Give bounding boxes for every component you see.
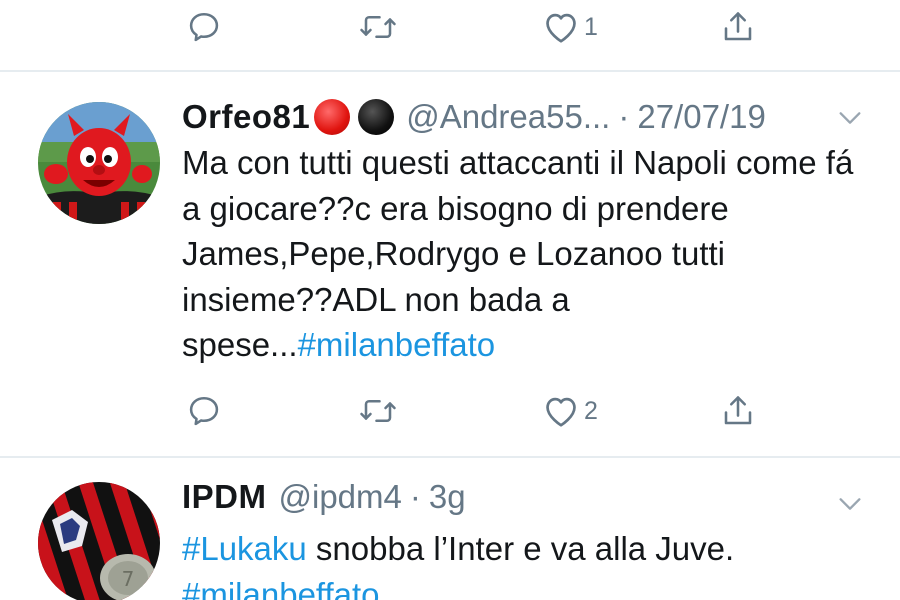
- svg-text:7: 7: [122, 567, 135, 591]
- reply-icon: [189, 12, 219, 42]
- tweet-actions: 2: [0, 386, 900, 436]
- share-icon: [724, 396, 752, 425]
- reply-button[interactable]: [186, 386, 222, 436]
- prev-tweet-actions: 1: [0, 2, 900, 52]
- separator-dot: ·: [409, 478, 421, 515]
- hashtag-link[interactable]: #milanbeffato: [298, 326, 496, 363]
- like-count: 1: [584, 12, 598, 41]
- chevron-down-icon[interactable]: [836, 104, 864, 132]
- user-handle[interactable]: @ipdm4: [279, 477, 402, 517]
- share-button[interactable]: [720, 2, 756, 52]
- milan-jersey-badge-avatar-image: 7: [38, 482, 160, 600]
- share-icon: [724, 12, 752, 41]
- black-circle-emoji-icon: [358, 99, 395, 135]
- avatar[interactable]: [38, 102, 160, 224]
- timeline-feed: 1 Orfeo81 @Andrea55... · 27/07/19 Ma con…: [0, 0, 900, 600]
- hashtag-link[interactable]: #Lukaku: [182, 530, 307, 567]
- hashtag-link[interactable]: #milanbeffato: [182, 576, 380, 600]
- red-circle-emoji-icon: [314, 99, 351, 135]
- display-name[interactable]: IPDM: [182, 477, 267, 517]
- heart-icon: [546, 13, 576, 43]
- like-count: 2: [584, 396, 598, 425]
- avatar[interactable]: 7: [38, 482, 160, 600]
- tweet-header: Orfeo81 @Andrea55... · 27/07/19: [182, 97, 766, 137]
- like-button[interactable]: 2: [542, 386, 598, 436]
- tweet-date[interactable]: 27/07/19: [637, 97, 765, 137]
- user-handle[interactable]: @Andrea55...: [406, 97, 610, 137]
- display-name[interactable]: Orfeo81: [182, 97, 310, 137]
- tweet-body: snobba l’Inter e va alla Juve.: [306, 530, 735, 567]
- divider: [0, 70, 900, 72]
- tweet-text: Ma con tutti questi attaccanti il Napoli…: [182, 140, 860, 368]
- tweet-date[interactable]: 3g: [429, 477, 466, 517]
- like-button[interactable]: 1: [542, 2, 598, 52]
- heart-icon: [546, 397, 576, 427]
- divider: [0, 456, 900, 458]
- retweet-button[interactable]: [358, 2, 398, 52]
- devil-mascot-avatar-image: [38, 102, 160, 224]
- chevron-down-icon[interactable]: [836, 490, 864, 518]
- reply-icon: [189, 396, 219, 426]
- retweet-button[interactable]: [358, 386, 398, 436]
- retweet-icon: [360, 399, 396, 423]
- tweet-header: IPDM @ipdm4 · 3g: [182, 477, 466, 517]
- reply-button[interactable]: [186, 2, 222, 52]
- tweet-text: #Lukaku snobba l’Inter e va alla Juve. #…: [182, 526, 860, 600]
- separator-dot: ·: [618, 98, 630, 135]
- tweet-body: Ma con tutti questi attaccanti il Napoli…: [182, 144, 854, 363]
- share-button[interactable]: [720, 386, 756, 436]
- retweet-icon: [360, 15, 396, 39]
